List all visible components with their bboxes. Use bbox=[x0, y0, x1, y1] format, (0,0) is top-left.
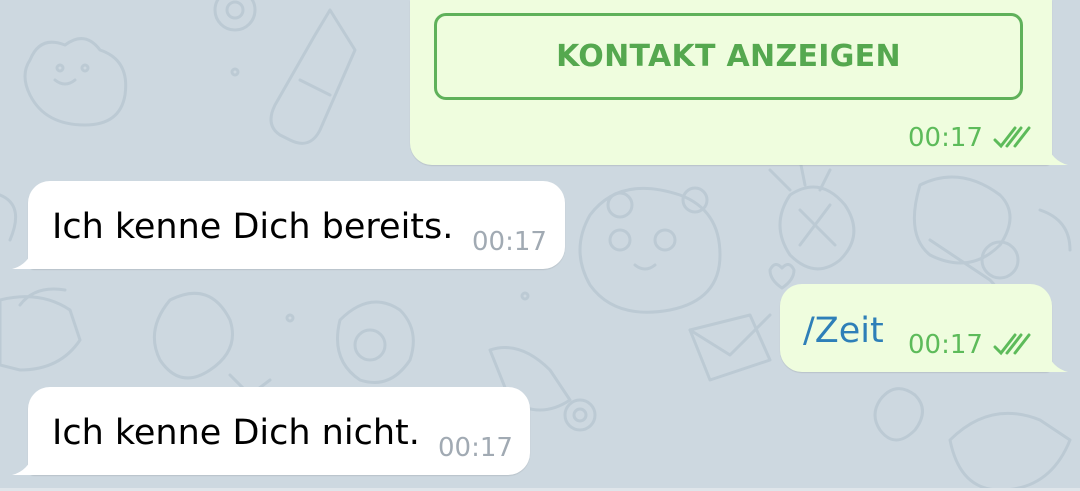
outgoing-bubble-tail bbox=[1046, 143, 1068, 165]
outgoing-bubble-tail bbox=[1046, 350, 1068, 372]
message-time: 00:17 bbox=[472, 227, 547, 257]
incoming-bubble-tail bbox=[12, 247, 34, 269]
message-time: 00:17 bbox=[438, 433, 513, 463]
bot-command-link[interactable]: /Zeit bbox=[803, 311, 884, 351]
message-time: 00:17 bbox=[908, 330, 983, 360]
read-double-check-icon bbox=[993, 333, 1031, 356]
message-text: Ich kenne Dich bereits. bbox=[52, 207, 454, 247]
message-time: 00:17 bbox=[908, 123, 983, 153]
incoming-bubble-tail bbox=[12, 453, 34, 475]
read-double-check-icon bbox=[993, 126, 1031, 149]
show-contact-button[interactable]: KONTAKT ANZEIGEN bbox=[434, 13, 1023, 100]
message-text: Ich kenne Dich nicht. bbox=[52, 413, 420, 453]
